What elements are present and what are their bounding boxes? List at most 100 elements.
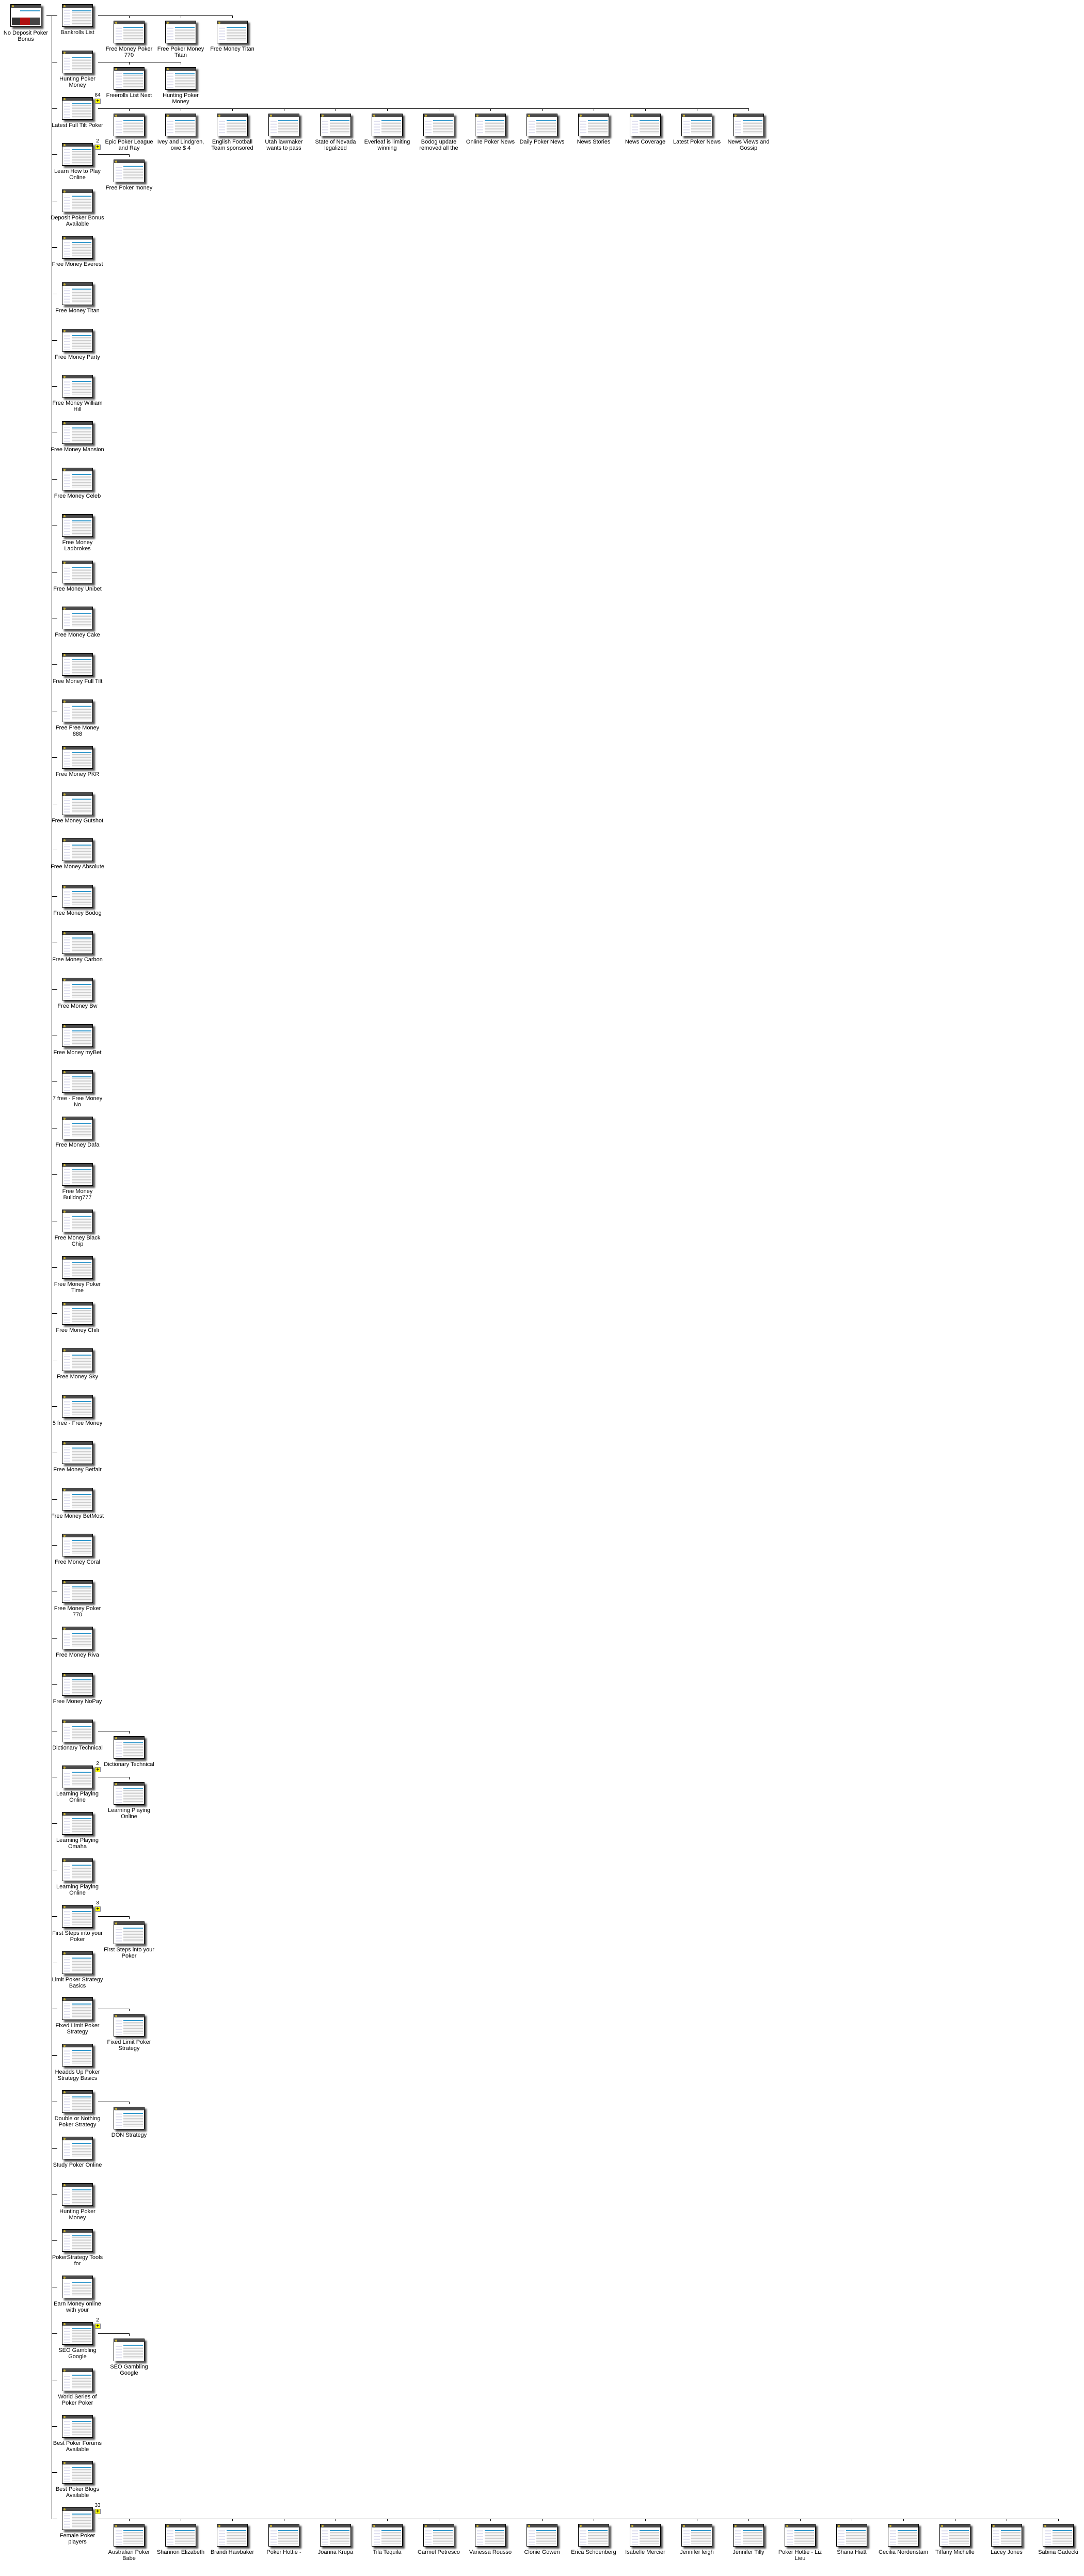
expand-plus-icon[interactable]: + bbox=[95, 1906, 101, 1912]
page-thumbnail[interactable] bbox=[62, 1580, 93, 1603]
page-label[interactable]: Free Money William Hill bbox=[51, 400, 104, 412]
child-page-label[interactable]: Tila Tequila bbox=[360, 2549, 414, 2555]
page-label[interactable]: Free Money Full Tilt bbox=[51, 678, 104, 685]
page-thumbnail[interactable] bbox=[62, 2368, 93, 2391]
page-label[interactable]: Learn How to Play Online bbox=[51, 168, 104, 181]
child-page-thumbnail[interactable] bbox=[681, 114, 712, 136]
page-label[interactable]: Limit Poker Strategy Basics bbox=[51, 1977, 104, 1989]
page-thumbnail[interactable] bbox=[62, 1117, 93, 1139]
page-label[interactable]: Free Money Bw bbox=[51, 1003, 104, 1009]
page-thumbnail[interactable] bbox=[62, 2507, 93, 2530]
page-thumbnail[interactable] bbox=[62, 1163, 93, 1186]
page-label[interactable]: Study Poker Online bbox=[51, 2162, 104, 2168]
expand-plus-icon[interactable]: + bbox=[95, 2324, 101, 2329]
page-thumbnail[interactable] bbox=[62, 329, 93, 352]
page-label[interactable]: Free Money PKR bbox=[51, 771, 104, 777]
page-thumbnail[interactable] bbox=[62, 699, 93, 722]
child-page-thumbnail[interactable] bbox=[114, 114, 145, 136]
page-thumbnail[interactable] bbox=[62, 375, 93, 397]
page-thumbnail[interactable] bbox=[62, 1024, 93, 1047]
child-page-thumbnail[interactable] bbox=[888, 2524, 919, 2547]
child-page-thumbnail[interactable] bbox=[165, 114, 196, 136]
page-label[interactable]: Free Money Chili bbox=[51, 1327, 104, 1333]
child-page-thumbnail[interactable] bbox=[578, 114, 609, 136]
page-label[interactable]: PokerStrategy Tools for bbox=[51, 2254, 104, 2267]
child-page-label[interactable]: Hunting Poker Money bbox=[154, 92, 208, 105]
page-label[interactable]: Double or Nothing Poker Strategy bbox=[51, 2116, 104, 2128]
page-label[interactable]: Fixed Limit Poker Strategy bbox=[51, 2023, 104, 2035]
page-thumbnail[interactable] bbox=[62, 1951, 93, 1974]
page-thumbnail[interactable] bbox=[62, 1488, 93, 1510]
child-page-label[interactable]: News Coverage bbox=[618, 139, 672, 145]
page-label[interactable]: Free Money Coral bbox=[51, 1559, 104, 1565]
page-label[interactable]: Free Money Ladbrokes bbox=[51, 539, 104, 552]
page-label[interactable]: Free Money Black Chip bbox=[51, 1235, 104, 1247]
child-page-label[interactable]: Jennifer Tilly bbox=[722, 2549, 775, 2555]
page-thumbnail[interactable] bbox=[62, 1627, 93, 1649]
child-page-thumbnail[interactable] bbox=[114, 1921, 145, 1944]
page-label[interactable]: Free Money Absolute bbox=[51, 864, 104, 870]
child-page-label[interactable]: Lacey Jones bbox=[980, 2549, 1033, 2555]
child-page-label[interactable]: Carmel Petresco bbox=[412, 2549, 466, 2555]
page-thumbnail[interactable] bbox=[62, 2322, 93, 2345]
page-thumbnail[interactable] bbox=[62, 1256, 93, 1279]
page-thumbnail[interactable] bbox=[62, 1812, 93, 1835]
page-thumbnail[interactable] bbox=[62, 2229, 93, 2252]
page-label[interactable]: Free Money Poker 770 bbox=[51, 1605, 104, 1618]
page-label[interactable]: Hunting Poker Money bbox=[51, 2208, 104, 2221]
child-page-thumbnail[interactable] bbox=[165, 67, 196, 90]
page-thumbnail[interactable] bbox=[62, 1302, 93, 1325]
page-label[interactable]: Free Money Betfair bbox=[51, 1467, 104, 1473]
page-thumbnail[interactable] bbox=[62, 838, 93, 861]
page-thumbnail[interactable] bbox=[62, 792, 93, 815]
child-page-label[interactable]: News Views and Gossip bbox=[722, 139, 775, 151]
page-thumbnail[interactable] bbox=[62, 607, 93, 629]
expand-plus-icon[interactable]: + bbox=[95, 145, 101, 150]
page-thumbnail[interactable] bbox=[62, 1395, 93, 1418]
page-label[interactable]: Free Money Sky bbox=[51, 1374, 104, 1380]
child-page-label[interactable]: Learning Playing Online bbox=[102, 1807, 156, 1820]
page-label[interactable]: Free Money Cake bbox=[51, 632, 104, 638]
page-label[interactable]: Free Money Bodog bbox=[51, 910, 104, 916]
page-thumbnail[interactable] bbox=[62, 2137, 93, 2159]
child-page-thumbnail[interactable] bbox=[475, 2524, 506, 2547]
child-page-thumbnail[interactable] bbox=[114, 1736, 145, 1759]
page-thumbnail[interactable] bbox=[62, 236, 93, 259]
page-label[interactable]: Deposit Poker Bonus Available bbox=[51, 215, 104, 227]
page-thumbnail[interactable] bbox=[62, 143, 93, 166]
child-page-label[interactable]: Jennifer leigh bbox=[670, 2549, 724, 2555]
page-label[interactable]: Hunting Poker Money bbox=[51, 76, 104, 88]
page-thumbnail[interactable] bbox=[62, 1997, 93, 2020]
page-label[interactable]: Bankrolls List bbox=[51, 29, 104, 36]
child-page-label[interactable]: Free Money Titan bbox=[205, 46, 259, 52]
child-page-thumbnail[interactable] bbox=[114, 2014, 145, 2037]
child-page-label[interactable]: Erica Schoenberg bbox=[567, 2549, 620, 2555]
page-thumbnail[interactable] bbox=[62, 2276, 93, 2298]
child-page-thumbnail[interactable] bbox=[114, 160, 145, 182]
child-page-thumbnail[interactable] bbox=[217, 2524, 248, 2547]
child-page-thumbnail[interactable] bbox=[527, 2524, 557, 2547]
page-thumbnail[interactable] bbox=[62, 885, 93, 908]
page-label[interactable]: Dictionary Technical bbox=[51, 1745, 104, 1751]
child-page-label[interactable]: Australian Poker Babe bbox=[102, 2549, 156, 2562]
child-page-thumbnail[interactable] bbox=[1043, 2524, 1074, 2547]
page-label[interactable]: 5 free - Free Money bbox=[51, 1420, 104, 1426]
child-page-label[interactable]: Shannon Elizabeth bbox=[154, 2549, 208, 2555]
page-label[interactable]: Best Poker Forums Available bbox=[51, 2440, 104, 2453]
child-page-label[interactable]: Daily Poker News bbox=[515, 139, 569, 145]
page-thumbnail[interactable] bbox=[62, 1766, 93, 1788]
page-label[interactable]: SEO Gambling Google bbox=[51, 2347, 104, 2360]
page-label[interactable]: Free Money Celeb bbox=[51, 493, 104, 499]
page-label[interactable]: First Steps into your Poker bbox=[51, 1930, 104, 1943]
child-page-thumbnail[interactable] bbox=[578, 2524, 609, 2547]
page-label[interactable]: World Series of Poker Poker bbox=[51, 2394, 104, 2406]
page-thumbnail[interactable] bbox=[62, 282, 93, 305]
child-page-thumbnail[interactable] bbox=[733, 114, 764, 136]
child-page-thumbnail[interactable] bbox=[165, 2524, 196, 2547]
page-label[interactable]: Free Money NoPay bbox=[51, 1698, 104, 1705]
child-page-label[interactable]: Isabelle Mercier bbox=[618, 2549, 672, 2555]
page-thumbnail[interactable] bbox=[62, 561, 93, 583]
child-page-thumbnail[interactable] bbox=[114, 2107, 145, 2129]
page-thumbnail[interactable] bbox=[62, 2090, 93, 2113]
page-label[interactable]: Free Money Gutshot bbox=[51, 818, 104, 824]
